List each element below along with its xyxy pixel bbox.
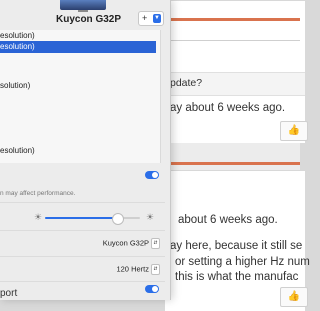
monitor-popup-label: Kuycon G32P: [102, 238, 149, 248]
resolution-option[interactable]: solution): [0, 80, 156, 92]
resolution-option[interactable]: [0, 67, 156, 79]
post-text: ay here, because it still se: [170, 240, 303, 252]
post-accent-bar: [168, 162, 300, 165]
post-text: this is what the manufac: [175, 271, 299, 283]
resolution-option[interactable]: [0, 106, 156, 118]
resolution-option-selected[interactable]: esolution): [0, 41, 156, 53]
divider: [0, 230, 165, 231]
resolution-option[interactable]: [0, 119, 156, 131]
like-button[interactable]: 👍: [280, 121, 308, 141]
resolution-option[interactable]: [0, 93, 156, 105]
hdr-toggle[interactable]: [145, 171, 159, 179]
resolution-label: esolution): [0, 42, 35, 51]
monitor-stand: [78, 10, 88, 12]
refresh-rate-label: 120 Hertz: [116, 264, 149, 274]
brightness-high-icon: ☀: [146, 212, 155, 222]
divider: [0, 281, 165, 282]
brightness-slider-knob[interactable]: [112, 213, 125, 225]
refresh-rate-popup[interactable]: 120 Hertz ⇵: [116, 264, 160, 275]
resolution-option[interactable]: esolution): [0, 145, 156, 157]
divider: [0, 256, 165, 257]
post-accent-bar: [168, 18, 300, 21]
up-down-arrows-icon: ⇵: [151, 238, 160, 249]
brightness-slider[interactable]: [45, 213, 140, 225]
post-text: or setting a higher Hz num: [175, 256, 310, 268]
post-text: about 6 weeks ago.: [178, 214, 278, 226]
resolution-option[interactable]: [0, 54, 156, 66]
monitor-icon: [60, 0, 106, 10]
display-settings-panel: Kuycon G32P + ▼ esolution) esolution) so…: [0, 0, 171, 300]
resolution-list: esolution) esolution) solution) esolutio…: [0, 30, 161, 163]
up-down-arrows-icon: ⇵: [151, 264, 160, 275]
post-divider: [168, 40, 300, 41]
like-button[interactable]: 👍: [280, 287, 308, 307]
bottom-toggle[interactable]: [145, 285, 159, 293]
chevron-down-icon: ▼: [153, 14, 161, 23]
resolution-label: solution): [0, 81, 31, 90]
thumbs-up-icon: 👍: [287, 125, 301, 136]
divider: [0, 202, 165, 203]
brightness-slider-fill: [45, 217, 118, 219]
post-text: ay about 6 weeks ago.: [170, 102, 286, 114]
plus-icon: +: [142, 13, 148, 23]
resolution-label: esolution): [0, 31, 35, 40]
brightness-low-icon: ☀: [34, 212, 43, 222]
resolution-option[interactable]: [0, 132, 156, 144]
monitor-popup[interactable]: Kuycon G32P ⇵: [103, 238, 160, 249]
resolution-label: esolution): [0, 146, 35, 155]
quote-text: pdate?: [170, 77, 203, 89]
display-name: Kuycon G32P: [56, 14, 122, 25]
performance-note: n may affect performance.: [0, 190, 76, 197]
add-display-button[interactable]: + ▼: [138, 11, 164, 26]
thumbs-up-icon: 👍: [287, 291, 301, 302]
bottom-setting-label: port: [0, 288, 18, 299]
